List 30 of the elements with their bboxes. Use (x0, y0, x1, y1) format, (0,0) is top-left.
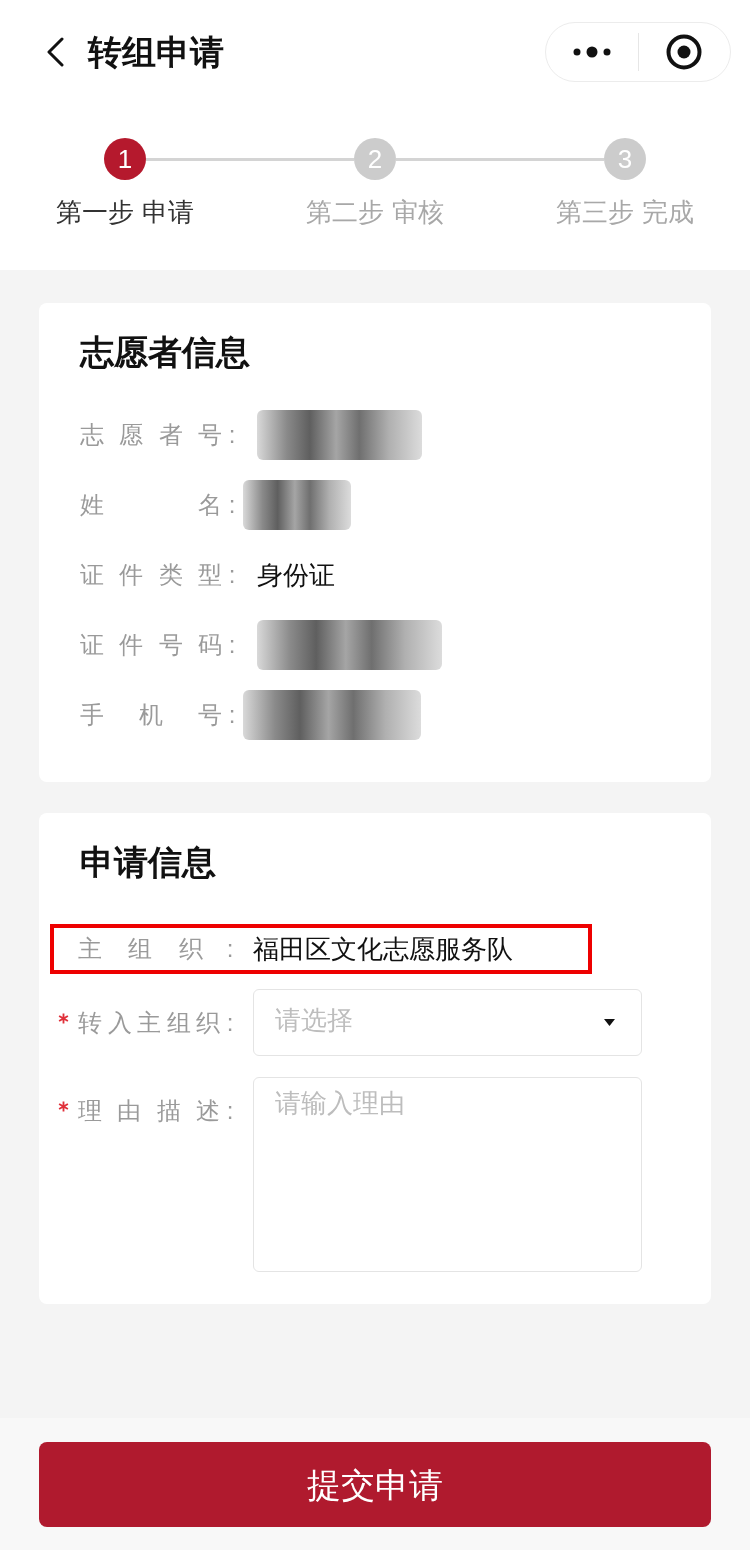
label-colon: : (227, 490, 237, 520)
field-label: 志 愿 者 号 (80, 420, 222, 450)
label-colon: : (227, 420, 237, 450)
back-icon (46, 37, 64, 67)
field-value: 身份证 (257, 559, 335, 592)
step-label: 第一步 申请 (56, 196, 194, 229)
step-label: 第三步 完成 (556, 196, 694, 229)
step-label: 第二步 审核 (306, 196, 444, 229)
more-icon (572, 46, 611, 58)
submit-button[interactable]: 提交申请 (39, 1442, 711, 1527)
label-colon: : (227, 700, 237, 730)
field-label: 证 件 类 型 (80, 560, 222, 590)
label-colon: : (225, 1095, 235, 1126)
label-colon: : (225, 1007, 235, 1038)
card-title: 志愿者信息 (80, 332, 251, 373)
field-label: 理 由 描 述 (78, 1095, 220, 1126)
caret-down-icon (604, 1019, 615, 1026)
field-label: 转入主组织 (78, 1007, 220, 1038)
field-label: 姓 名 (80, 490, 222, 520)
page-title: 转组申请 (88, 32, 224, 73)
card-title: 申请信息 (80, 842, 217, 883)
label-colon: : (225, 934, 235, 964)
field-label: 手 机 号 (80, 700, 222, 730)
field-value: 福田区文化志愿服务队 (253, 933, 513, 966)
target-icon (666, 34, 703, 70)
field-label: 主 组 织 (78, 934, 203, 964)
label-colon: : (227, 560, 237, 590)
reason-textarea[interactable]: 请输入理由 (253, 1077, 642, 1272)
label-colon: : (227, 630, 237, 660)
field-label: 证 件 号 码 (80, 630, 222, 660)
